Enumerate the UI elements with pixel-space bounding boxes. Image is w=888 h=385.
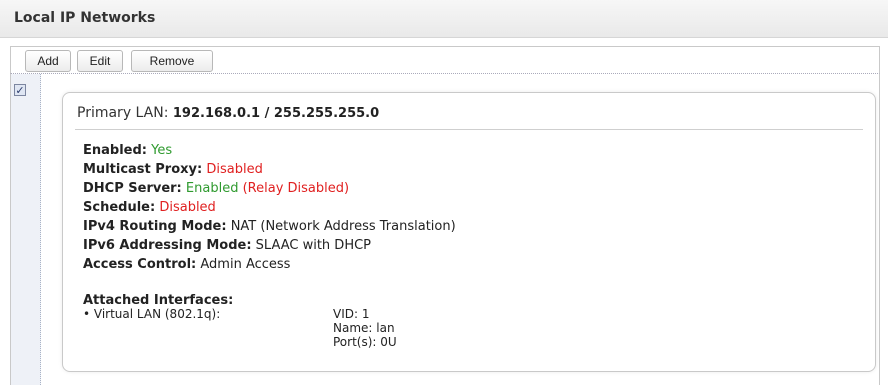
attached-interfaces: Attached Interfaces: <box>83 293 233 308</box>
detail-ipv6-addressing: IPv6 Addressing Mode: SLAAC with DHCP <box>83 236 456 255</box>
detail-multicast-proxy: Multicast Proxy: Disabled <box>83 160 456 179</box>
detail-value: Enabled <box>185 181 239 196</box>
remove-button[interactable]: Remove <box>131 50 213 72</box>
detail-label: Enabled: <box>83 143 147 158</box>
details-list: Enabled: Yes Multicast Proxy: Disabled D… <box>83 141 456 274</box>
detail-value: Disabled <box>159 200 216 215</box>
page-title: Local IP Networks <box>14 10 156 26</box>
page-header: Local IP Networks <box>0 0 888 38</box>
detail-value: Admin Access <box>200 257 291 272</box>
card-title-label: Primary LAN: <box>77 105 169 121</box>
network-card[interactable]: Primary LAN: 192.168.0.1 / 255.255.255.0… <box>62 92 876 372</box>
interface-ports: Port(s): 0U <box>333 335 397 349</box>
detail-label: IPv6 Addressing Mode: <box>83 238 252 253</box>
card-divider <box>75 129 863 130</box>
detail-label: DHCP Server: <box>83 181 182 196</box>
detail-enabled: Enabled: Yes <box>83 141 456 160</box>
detail-value: NAT (Network Address Translation) <box>230 219 456 234</box>
selection-gutter <box>11 74 41 385</box>
detail-ipv4-routing: IPv4 Routing Mode: NAT (Network Address … <box>83 217 456 236</box>
row-select-checkbox[interactable]: ✓ <box>14 84 26 96</box>
toolbar: Add Edit Remove <box>10 46 880 74</box>
detail-label: Schedule: <box>83 200 156 215</box>
card-title: Primary LAN: 192.168.0.1 / 255.255.255.0 <box>77 105 379 121</box>
interface-name-value: Name: lan <box>333 321 395 335</box>
detail-label: Multicast Proxy: <box>83 162 203 177</box>
detail-label: Access Control: <box>83 257 197 272</box>
edit-button[interactable]: Edit <box>77 50 123 72</box>
detail-access-control: Access Control: Admin Access <box>83 255 456 274</box>
attached-label: Attached Interfaces: <box>83 293 234 308</box>
detail-extra: (Relay Disabled) <box>242 181 350 196</box>
card-title-value: 192.168.0.1 / 255.255.255.0 <box>172 106 380 121</box>
detail-value: Disabled <box>206 162 263 177</box>
detail-value: Yes <box>151 143 173 158</box>
interface-details: VID: 1 Name: lan Port(s): 0U <box>333 307 397 349</box>
detail-schedule: Schedule: Disabled <box>83 198 456 217</box>
detail-value: SLAAC with DHCP <box>255 238 372 253</box>
interface-vid: VID: 1 <box>333 307 370 321</box>
interface-name: • Virtual LAN (802.1q): <box>83 307 221 321</box>
detail-dhcp-server: DHCP Server: Enabled (Relay Disabled) <box>83 179 456 198</box>
add-button[interactable]: Add <box>25 50 71 72</box>
detail-label: IPv4 Routing Mode: <box>83 219 227 234</box>
